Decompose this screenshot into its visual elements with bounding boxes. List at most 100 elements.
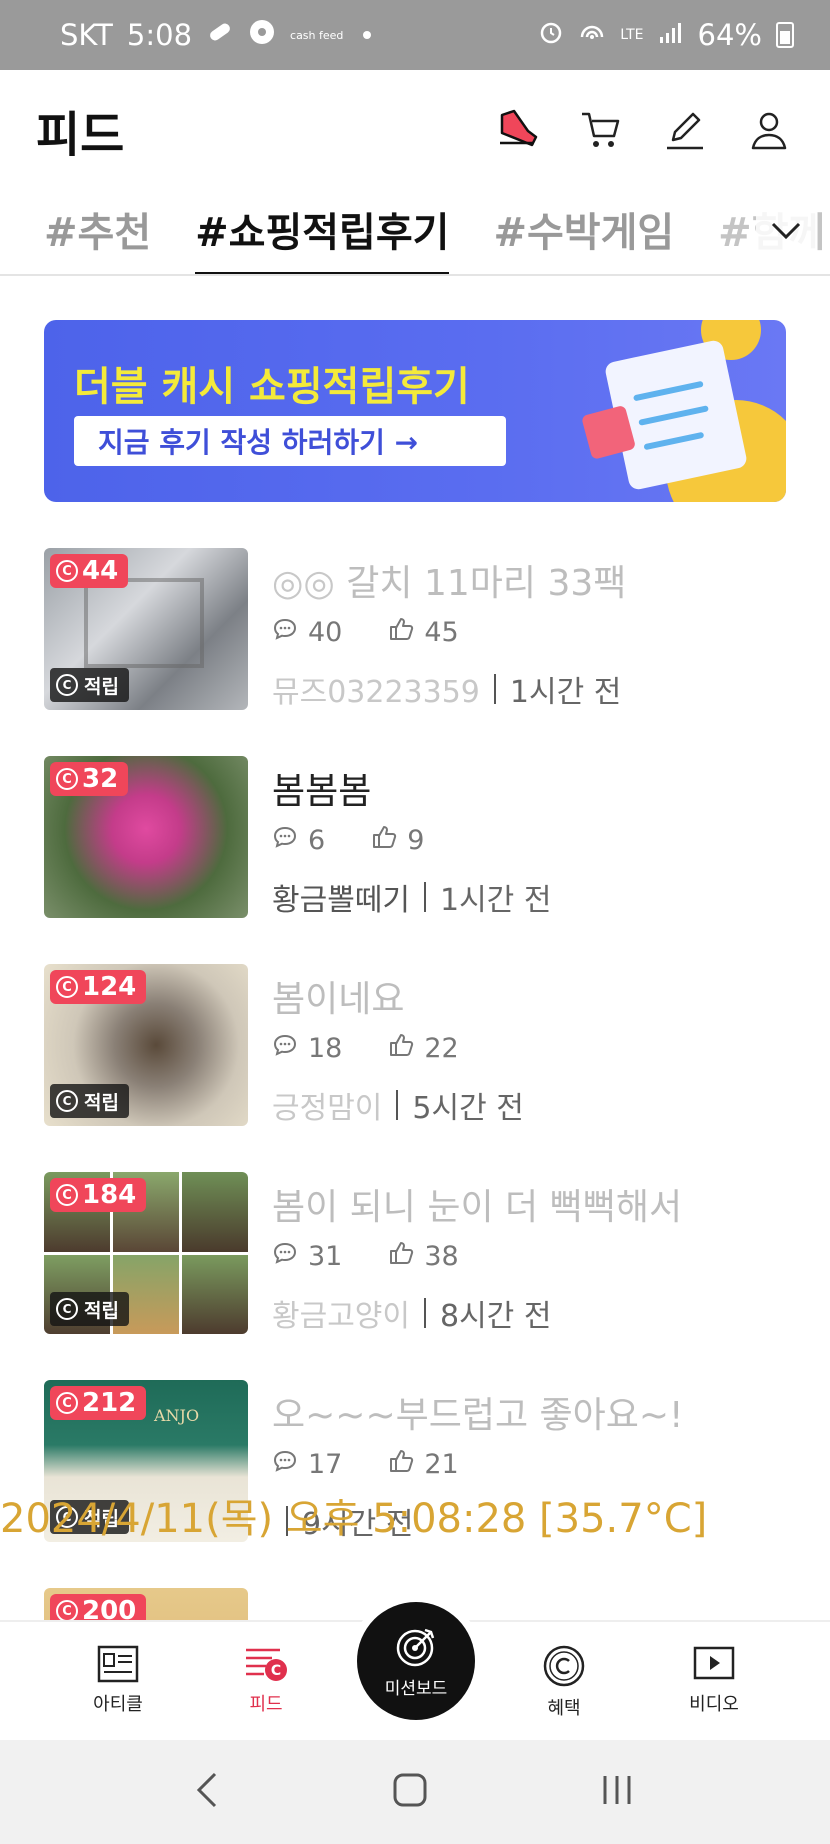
status-bar: SKT 5:08 cash feed LTE 64%	[0, 0, 830, 70]
feed-item[interactable]: C 184 C 적립 봄이 되니 눈이 더 뻑뻑해서 31 38 황금고양이 8시간…	[0, 1172, 830, 1380]
carrier-label: SKT	[60, 18, 113, 52]
video-icon	[693, 1646, 735, 1680]
feed-stats: 17 21	[272, 1448, 806, 1481]
comment-count: 40	[308, 617, 343, 648]
cart-icon	[582, 112, 620, 147]
post-time: 5시간 전	[412, 1091, 524, 1126]
feed-title: 오~~~부드럽고 좋아요~!	[272, 1395, 684, 1436]
nav-article[interactable]: 아티클	[58, 1644, 178, 1716]
mission-shoe-button[interactable]	[492, 105, 542, 155]
hotspot-icon	[578, 18, 606, 52]
home-square-icon	[393, 1773, 427, 1807]
like-icon	[371, 824, 397, 857]
capture-timestamp-overlay: 2024/4/11(목) 오후 5:08:28 [35.7°C]	[0, 1496, 708, 1542]
cash-coin-icon: C	[56, 560, 78, 582]
like-count: 38	[424, 1241, 459, 1272]
pencil-icon	[667, 112, 703, 150]
cash-coin-icon: C	[56, 768, 78, 790]
tab-watermelon-game[interactable]: #수박게임	[493, 200, 674, 274]
back-chevron-icon	[197, 1772, 217, 1808]
comment-icon	[272, 1449, 298, 1480]
feed-meta: 긍정맘이 5시간 전	[272, 1083, 806, 1127]
feed-icon: C	[246, 1648, 287, 1681]
feed-title: 봄봄봄	[272, 771, 372, 812]
author-name: 황금뽈떼기	[272, 883, 410, 918]
like-count: 21	[424, 1449, 459, 1480]
cash-badge: C 124	[50, 970, 147, 1004]
recents-bars-icon	[603, 1776, 631, 1804]
comment-icon	[272, 617, 298, 648]
comment-count: 6	[308, 825, 326, 856]
feed-meta: 뮤즈03223359 1시간 전	[272, 667, 806, 711]
back-button[interactable]	[193, 1770, 223, 1814]
feed-item[interactable]: C 44 C 적립 ◎◎ 갈치 11마리 33팩 40 45 뮤즈03223359 …	[0, 548, 830, 756]
mission-board-button[interactable]: 미션보드	[357, 1602, 475, 1720]
profile-button[interactable]	[744, 105, 794, 155]
copyright-coin-icon: C	[56, 1090, 78, 1112]
feed-item[interactable]: C 124 C 적립 봄이네요 18 22 긍정맘이 5시간 전	[0, 964, 830, 1172]
recents-button[interactable]	[597, 1770, 637, 1814]
benefit-icon	[543, 1645, 585, 1687]
meta-divider	[396, 1090, 399, 1120]
tabs-expand-button[interactable]	[756, 206, 816, 256]
promo-banner[interactable]: 더블 캐시 쇼핑적립후기 지금 후기 작성 하러하기 →	[44, 320, 786, 502]
author-name: 긍정맘이	[272, 1091, 383, 1126]
comment-icon	[272, 825, 298, 856]
mission-shoe-icon	[500, 109, 538, 147]
banner-cta-button[interactable]: 지금 후기 작성 하러하기 →	[74, 416, 506, 466]
feed-thumbnail: C 44 C 적립	[44, 548, 248, 710]
clock: 5:08	[126, 18, 193, 52]
comment-count: 17	[308, 1449, 343, 1480]
nav-video[interactable]: 비디오	[654, 1644, 774, 1716]
category-tabs: #추천 #쇼핑적립후기 #수박게임 #함께	[0, 190, 830, 276]
app-header: 피드	[0, 70, 830, 190]
tab-recommend[interactable]: #추천	[44, 200, 151, 274]
alarm-icon	[538, 18, 564, 52]
mission-board-label: 미션보드	[384, 1678, 448, 1699]
home-button[interactable]	[390, 1770, 430, 1814]
feed-stats: 40 45	[272, 616, 806, 649]
network-label: LTE	[620, 27, 644, 43]
feed-meta: 황금뽈떼기 1시간 전	[272, 875, 806, 919]
meta-divider	[424, 1298, 426, 1328]
nav-video-label: 비디오	[689, 1694, 739, 1715]
page-title: 피드	[36, 107, 125, 163]
tab-shopping-review[interactable]: #쇼핑적립후기	[195, 200, 450, 274]
banner-title: 더블 캐시 쇼핑적립후기	[74, 364, 470, 410]
nav-feed[interactable]: C 피드	[206, 1644, 326, 1716]
product-logo-image: ANJO	[154, 1406, 200, 1425]
write-button[interactable]	[660, 105, 710, 155]
comment-count: 18	[308, 1033, 343, 1064]
cash-badge: C 44	[50, 554, 129, 588]
nav-benefit-label: 혜택	[547, 1698, 581, 1719]
feed-item[interactable]: C 32 봄봄봄 6 9 황금뽈떼기 1시간 전	[0, 756, 830, 964]
feed-stats: 31 38	[272, 1240, 806, 1273]
meta-divider	[493, 674, 496, 704]
system-navigation-bar	[0, 1740, 830, 1844]
cash-badge: C 32	[50, 762, 129, 796]
nav-benefit[interactable]: 혜택	[504, 1644, 624, 1720]
battery-icon	[776, 22, 794, 48]
comment-icon	[272, 1033, 298, 1064]
like-count: 9	[407, 825, 425, 856]
post-time: 8시간 전	[440, 1299, 552, 1334]
cashfeed-label: cash feed	[290, 28, 344, 42]
feed-meta: 황금고양이 8시간 전	[272, 1291, 806, 1335]
feed-title: ◎◎ 갈치 11마리 33팩	[272, 563, 627, 604]
feed-title: 봄이네요	[272, 979, 405, 1020]
accrue-label: C 적립	[50, 1084, 129, 1118]
cash-coin-icon: C	[56, 1392, 78, 1414]
feed-item[interactable]: ANJO C 212 C 적립 오~~~부드럽고 좋아요~! 17 21 9시간 전	[0, 1380, 830, 1588]
copyright-coin-icon: C	[56, 1298, 78, 1320]
cart-button[interactable]	[576, 105, 626, 155]
author-name: 뮤즈03223359	[272, 675, 480, 710]
cashfeed-icon	[248, 18, 276, 53]
meta-divider	[424, 882, 426, 912]
like-count: 45	[424, 617, 459, 648]
feed-title: 봄이 되니 눈이 더 뻑뻑해서	[272, 1187, 683, 1228]
like-icon	[388, 616, 414, 649]
accrue-label: C 적립	[50, 1292, 129, 1326]
cash-coin-icon: C	[56, 1184, 78, 1206]
nav-feed-label: 피드	[249, 1694, 283, 1715]
post-time: 1시간 전	[509, 675, 622, 710]
